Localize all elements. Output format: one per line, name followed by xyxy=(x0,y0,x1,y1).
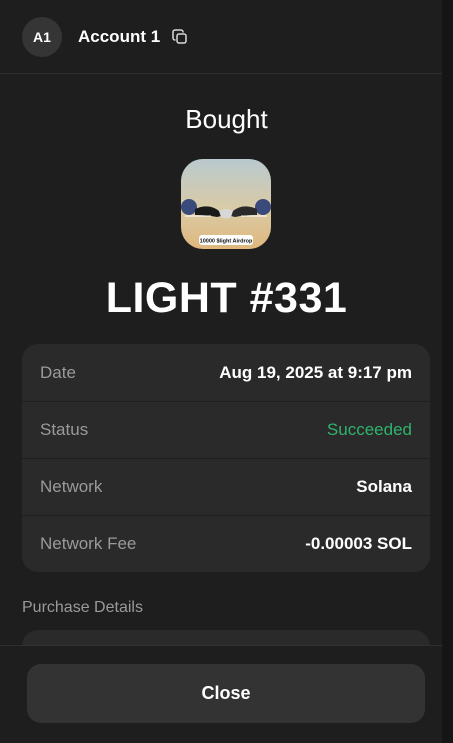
account-header: A1 Account 1 xyxy=(0,0,442,74)
network-fee-value: -0.00003 SOL xyxy=(305,534,412,553)
network-fee-row: Network Fee -0.00003 SOL xyxy=(22,515,430,572)
account-name[interactable]: Account 1 xyxy=(78,27,160,47)
nft-name: LIGHT #331 xyxy=(105,274,348,322)
transaction-detail-panel: A1 Account 1 Bought 10000 $light Airdrop… xyxy=(0,0,453,743)
account-avatar[interactable]: A1 xyxy=(22,17,62,57)
copy-icon[interactable] xyxy=(171,28,189,46)
transaction-title: Bought xyxy=(185,104,268,134)
status-row: Status Succeeded xyxy=(22,401,430,458)
network-fee-label: Network Fee xyxy=(40,534,137,553)
scrollbar-track[interactable] xyxy=(442,0,453,743)
status-value: Succeeded xyxy=(326,420,412,439)
purchase-details-heading: Purchase Details xyxy=(22,599,143,616)
status-label: Status xyxy=(40,420,89,439)
nft-image-caption: 10000 $light Airdrop xyxy=(200,239,253,245)
date-value: Aug 19, 2025 at 9:17 pm xyxy=(219,362,412,382)
date-row: Date Aug 19, 2025 at 9:17 pm xyxy=(22,344,430,401)
handshake-nft-image: 10000 $light Airdrop xyxy=(181,159,271,249)
date-label: Date xyxy=(40,362,76,382)
network-row: Network Solana xyxy=(22,458,430,515)
close-button[interactable]: Close xyxy=(27,664,425,723)
network-label: Network xyxy=(40,477,103,496)
network-value: Solana xyxy=(356,477,412,496)
transaction-details-card: Date Aug 19, 2025 at 9:17 pm Status Succ… xyxy=(22,344,430,572)
